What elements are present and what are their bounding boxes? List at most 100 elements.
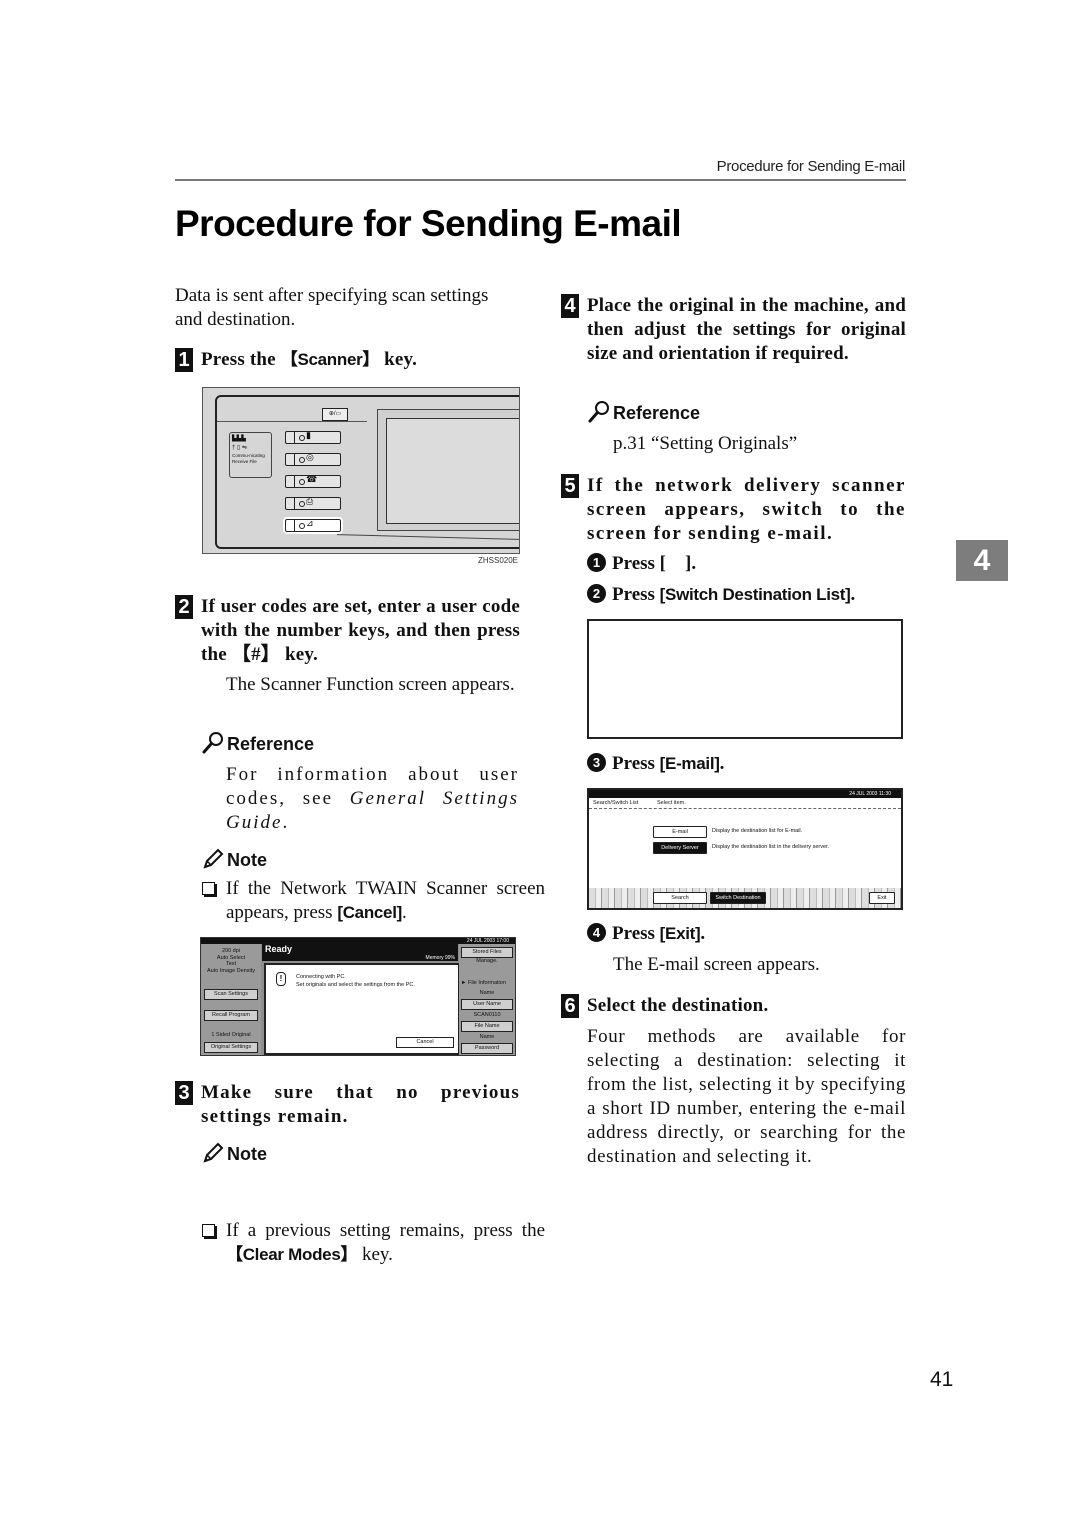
printer-icon: ⎙ <box>306 496 314 506</box>
tray-icons: ▙▙▙ <box>232 436 246 442</box>
stored-files-button[interactable]: Stored Files Manage. <box>461 947 513 964</box>
note-text-end: key. <box>357 1244 393 1265</box>
note-item: If the Network TWAIN Scanner screen appe… <box>201 877 545 925</box>
substep-4-text: Press <box>612 923 660 944</box>
step-1-text: Press the <box>201 349 281 370</box>
step-1: 1 Press the 【Scanner】 key. <box>175 348 520 372</box>
status-ready: Ready <box>265 944 293 954</box>
step-1-instruction: Press the 【Scanner】 key. <box>175 348 520 372</box>
scanner-key-label: 【Scanner】 <box>280 350 380 369</box>
step-6-body: Four methods are available for selecting… <box>587 1026 906 1167</box>
step-number-6: 6 <box>561 994 579 1018</box>
dialog-message: Connecting with PC. Set originals and se… <box>296 973 415 989</box>
panel-divider <box>217 421 367 422</box>
fax-icon: ☎ <box>306 474 318 484</box>
substep-number-3: 3 <box>587 753 606 772</box>
substep-1: 1 Press [ ]. <box>587 552 696 576</box>
blank-screen-figure <box>587 619 903 739</box>
setting-originals-link[interactable]: p.31 “Setting Originals” <box>613 432 797 456</box>
file-name-value: SCAN0110 <box>473 1012 501 1018</box>
select-item-label: Select item. <box>657 800 686 806</box>
facsimile-key: ☎ <box>285 474 341 488</box>
magnifier-icon <box>588 401 609 423</box>
user-name-button[interactable]: User Name <box>461 999 513 1010</box>
panel-frame: ⊕/▭ ▙▙▙ † ▯ ⇋ Commu-nicating Receive Fil… <box>215 395 519 549</box>
header-rule <box>175 179 906 181</box>
copy-key: ▮ <box>285 430 341 444</box>
substep-4: 4 Press [Exit]. <box>587 922 705 946</box>
scan-settings-button[interactable]: Scan Settings <box>204 989 258 1000</box>
step-6: 6 Select the destination. <box>561 994 906 1018</box>
blank-key-label <box>666 553 685 574</box>
step-number-4: 4 <box>561 294 579 318</box>
checkbox-bullet-icon <box>202 882 215 895</box>
figure-caption: ZHSS020E <box>478 556 519 565</box>
memory-indicator: Memory 99% <box>425 955 455 961</box>
document-server-icon: ◎ <box>306 452 314 462</box>
step-number-3: 3 <box>175 1081 193 1105</box>
reference-label: Reference <box>227 734 315 754</box>
printer-key: ⎙ <box>285 496 341 510</box>
search-button[interactable]: Search <box>653 892 707 904</box>
step-2-result: The Scanner Function screen appears. <box>226 674 515 695</box>
step-4: 4 Place the original in the machine, and… <box>561 294 906 366</box>
delivery-server-option-desc: Display the destination list in the deli… <box>712 844 830 850</box>
magnifier-icon <box>202 732 223 754</box>
chapter-tab: 4 <box>956 540 1008 581</box>
step-1-text-end: key. <box>379 349 418 370</box>
dialog-cancel-button[interactable]: Cancel <box>396 1037 454 1048</box>
email-option-button[interactable]: E-mail <box>653 826 707 838</box>
search-switch-list-label: Search/Switch List <box>593 800 639 806</box>
substep-3-text: Press <box>612 753 660 774</box>
note-item: If a previous setting remains, press the… <box>201 1219 545 1267</box>
intro-paragraph: Data is sent after specifying scan setti… <box>175 285 489 330</box>
password-button[interactable]: Password <box>461 1043 513 1054</box>
note-label: Note <box>227 1144 267 1164</box>
running-head: Procedure for Sending E-mail <box>716 158 906 175</box>
connecting-dialog: ! Connecting with PC. Set originals and … <box>264 963 460 1055</box>
control-panel-figure: ⊕/▭ ▙▙▙ † ▯ ⇋ Commu-nicating Receive Fil… <box>202 387 520 554</box>
step-5-instruction: If the network delivery scanner screen a… <box>587 475 906 544</box>
status-bar: Ready Memory 99% <box>262 944 458 961</box>
screen-datetime: 24 JUL 2003 11:30 <box>589 790 901 798</box>
step-3: 3 Make sure that no previous settings re… <box>175 1081 520 1129</box>
exit-button[interactable]: Exit <box>869 892 895 904</box>
recall-program-button[interactable]: Recall Program <box>204 1010 258 1021</box>
pencil-icon <box>203 1142 224 1163</box>
scanner-key: ⊿ <box>283 517 343 534</box>
substep-1-text-end: ]. <box>685 553 697 574</box>
note-heading: Note <box>201 847 267 871</box>
delivery-server-option-button[interactable]: Delivery Server <box>653 842 707 854</box>
exit-key-label: [Exit] <box>659 924 701 943</box>
substep-3: 3 Press [E-mail]. <box>587 752 724 776</box>
file-name-button[interactable]: File Name <box>461 1021 513 1032</box>
substep-number-2: 2 <box>587 584 606 603</box>
step-2-instruction: If user codes are set, enter a user code… <box>175 595 520 667</box>
substep-2-text-end: . <box>850 584 856 605</box>
document-server-key: ◎ <box>285 452 341 466</box>
note-text: If a previous setting remains, press the <box>226 1220 545 1241</box>
switch-list-screen-figure: 24 JUL 2003 11:30 Search/Switch List Sel… <box>587 788 903 910</box>
step-number-5: 5 <box>561 474 579 498</box>
file-info-panel: Stored Files Manage. ► File Information … <box>459 944 515 1055</box>
switch-destination-list-button[interactable]: Switch Destination List <box>710 892 766 908</box>
screen-header: Search/Switch List Select item. <box>589 798 901 809</box>
substep-2-text: Press <box>612 584 660 605</box>
reference-text-end: . <box>282 812 290 833</box>
panel-edge <box>337 534 519 541</box>
exclamation-icon: ! <box>276 972 286 986</box>
receive-file-indicator: Receive File <box>232 459 257 464</box>
original-settings-button[interactable]: Original Settings <box>204 1042 258 1053</box>
copy-icon: ▮ <box>306 430 311 440</box>
note-label: Note <box>227 850 267 870</box>
cancel-key-label: [Cancel] <box>337 903 402 922</box>
step-2-text-end: key. <box>280 644 318 665</box>
file-information-label: ► File Information <box>461 980 506 986</box>
page-title: Procedure for Sending E-mail <box>175 203 682 244</box>
panel-mode-label: ⊕/▭ <box>322 408 348 421</box>
substep-number-1: 1 <box>587 553 606 572</box>
status-icons: † ▯ ⇋ <box>232 445 247 451</box>
reference-heading-2: Reference <box>587 400 700 424</box>
panel-display <box>377 409 519 531</box>
email-option-desc: Display the destination list for E-mail. <box>712 828 803 834</box>
